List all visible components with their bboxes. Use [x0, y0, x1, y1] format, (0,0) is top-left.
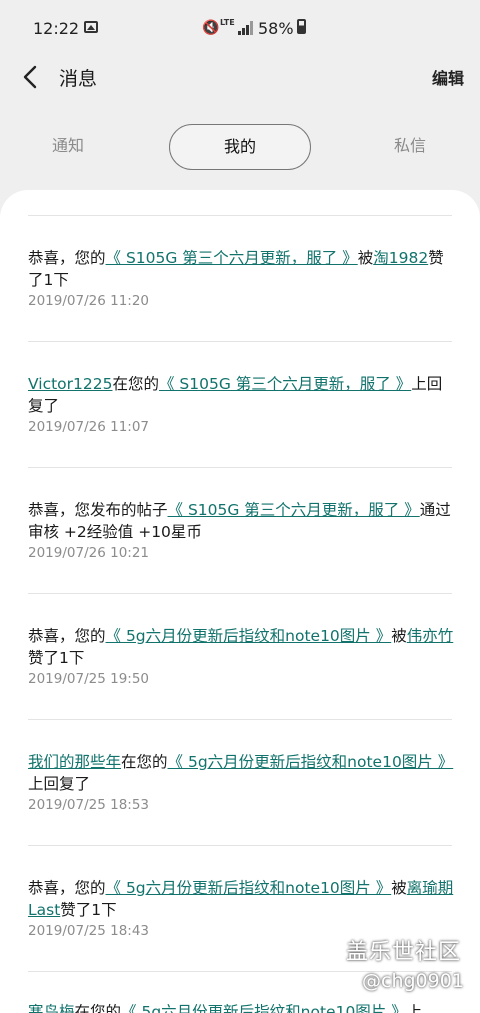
edit-button[interactable]: 编辑 — [432, 65, 464, 89]
message-time: 2019/07/26 10:21 — [28, 545, 150, 561]
list-item[interactable]: 我们的那些年在您的《 5g六月份更新后指纹和note10图片 》上回复了 201… — [28, 751, 454, 813]
tab-private-messages[interactable]: 私信 — [360, 124, 460, 168]
list-item[interactable]: 恭喜，您发布的帖子《 S105G 第三个六月更新，服了 》通过审核 +2经验值 … — [28, 499, 454, 561]
message-prefix: 恭喜，您发布的帖子 — [28, 501, 168, 519]
post-link[interactable]: 《 S105G 第三个六月更新，服了 》 — [159, 375, 411, 393]
message-time: 2019/07/26 11:07 — [28, 419, 150, 435]
message-suffix: 赞了1下 — [60, 901, 117, 919]
list-item[interactable]: 寒鸟梅在您的《 5g六月份更新后指纹和note10图片 》上 — [28, 1001, 454, 1013]
user-link[interactable]: 我们的那些年 — [28, 753, 121, 771]
watermark-user: @chg0901 — [362, 970, 464, 992]
list-item[interactable]: 恭喜，您的《 S105G 第三个六月更新，服了 》被淘1982赞了1下 2019… — [28, 247, 454, 309]
back-arrow-icon[interactable] — [18, 63, 46, 91]
battery-percent: 58% — [258, 19, 294, 38]
image-notification-icon — [84, 21, 98, 33]
message-prefix: 恭喜，您的 — [28, 879, 106, 897]
message-text: 寒鸟梅在您的《 5g六月份更新后指纹和note10图片 》上 — [28, 1001, 454, 1013]
app-header: 消息 编辑 — [0, 58, 480, 118]
user-link[interactable]: 淘1982 — [373, 249, 428, 267]
message-middle: 被 — [357, 249, 374, 267]
divider — [28, 215, 452, 216]
message-text: Victor1225在您的《 S105G 第三个六月更新，服了 》上回复了 — [28, 373, 454, 417]
message-middle: 在您的 — [74, 1003, 122, 1013]
post-link[interactable]: 《 5g六月份更新后指纹和note10图片 》 — [106, 627, 392, 645]
lte-icon: LTE — [220, 18, 235, 27]
message-list: 恭喜，您的《 S105G 第三个六月更新，服了 》被淘1982赞了1下 2019… — [0, 190, 480, 1013]
post-link[interactable]: 《 S105G 第三个六月更新，服了 》 — [106, 249, 358, 267]
divider — [28, 845, 452, 846]
divider — [28, 341, 452, 342]
mute-icon: 🔇 — [202, 20, 220, 36]
post-link[interactable]: 《 S105G 第三个六月更新，服了 》 — [168, 501, 420, 519]
list-item[interactable]: 恭喜，您的《 5g六月份更新后指纹和note10图片 》被伟亦竹赞了1下 201… — [28, 625, 454, 687]
divider — [28, 719, 452, 720]
tab-bar: 通知 我的 私信 — [0, 124, 480, 170]
watermark-title: 盖乐世社区 — [346, 940, 462, 965]
message-text: 恭喜，您发布的帖子《 S105G 第三个六月更新，服了 》通过审核 +2经验值 … — [28, 499, 454, 543]
post-link[interactable]: 《 5g六月份更新后指纹和note10图片 》 — [121, 1003, 407, 1013]
message-text: 我们的那些年在您的《 5g六月份更新后指纹和note10图片 》上回复了 — [28, 751, 454, 795]
divider — [28, 593, 452, 594]
battery-icon — [297, 19, 306, 34]
post-link[interactable]: 《 5g六月份更新后指纹和note10图片 》 — [106, 879, 392, 897]
tab-notifications[interactable]: 通知 — [18, 124, 118, 168]
message-suffix: 赞了1下 — [28, 649, 85, 667]
message-middle: 被 — [391, 879, 407, 897]
message-text: 恭喜，您的《 5g六月份更新后指纹和note10图片 》被伟亦竹赞了1下 — [28, 625, 454, 669]
message-time: 2019/07/26 11:20 — [28, 293, 150, 309]
divider — [28, 467, 452, 468]
user-link[interactable]: 伟亦竹 — [407, 627, 454, 645]
tab-mine[interactable]: 我的 — [169, 124, 311, 170]
message-time: 2019/07/25 18:53 — [28, 797, 150, 813]
user-link[interactable]: Victor1225 — [28, 375, 112, 393]
message-middle: 在您的 — [121, 753, 168, 771]
message-middle: 被 — [391, 627, 407, 645]
message-prefix: 恭喜，您的 — [28, 249, 106, 267]
post-link[interactable]: 《 5g六月份更新后指纹和note10图片 》 — [168, 753, 454, 771]
signal-icon — [238, 21, 253, 35]
status-time: 12:22 — [33, 19, 80, 38]
message-time: 2019/07/25 19:50 — [28, 671, 150, 687]
status-bar: 12:22 🔇 LTE 58% — [0, 0, 480, 58]
message-suffix: 上回复了 — [28, 775, 91, 793]
message-text: 恭喜，您的《 5g六月份更新后指纹和note10图片 》被离瑜期Last赞了1下 — [28, 877, 454, 921]
list-item[interactable]: 恭喜，您的《 5g六月份更新后指纹和note10图片 》被离瑜期Last赞了1下… — [28, 877, 454, 939]
message-prefix: 恭喜，您的 — [28, 627, 106, 645]
message-middle: 在您的 — [112, 375, 159, 393]
list-item[interactable]: Victor1225在您的《 S105G 第三个六月更新，服了 》上回复了 20… — [28, 373, 454, 435]
message-suffix: 上 — [406, 1003, 423, 1013]
user-link[interactable]: 寒鸟梅 — [28, 1003, 75, 1013]
page-title: 消息 — [59, 68, 98, 90]
message-text: 恭喜，您的《 S105G 第三个六月更新，服了 》被淘1982赞了1下 — [28, 247, 454, 291]
